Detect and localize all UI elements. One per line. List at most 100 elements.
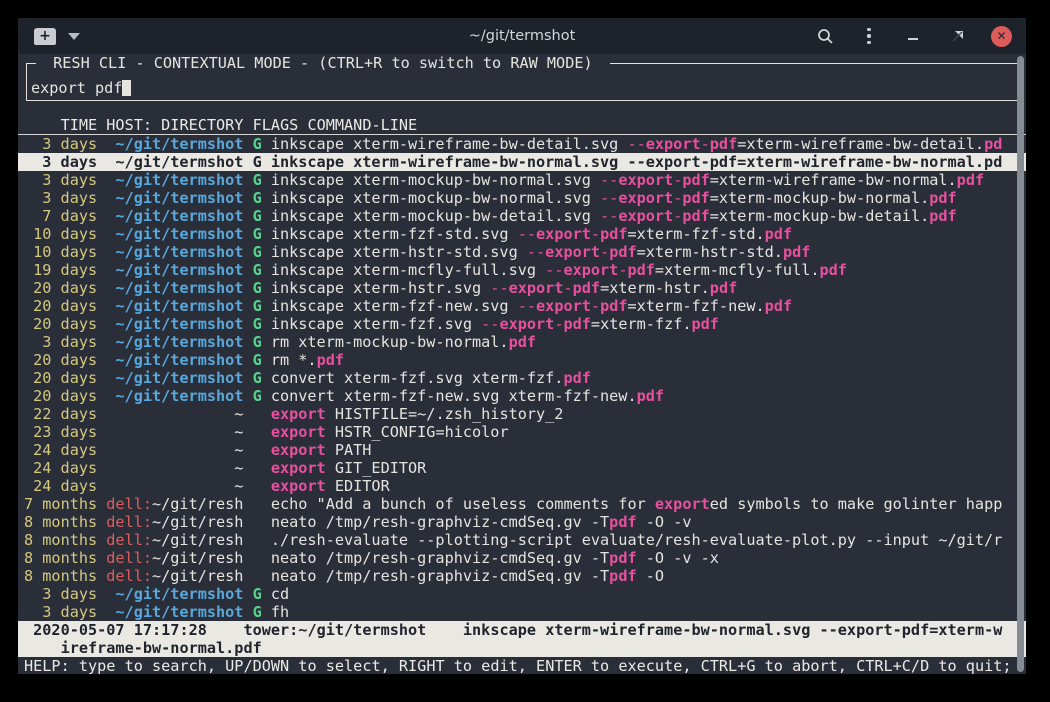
table-column-headers: TIME HOST: DIRECTORY FLAGS COMMAND-LINE xyxy=(18,116,1026,135)
status-bar: 2020-05-07 17:17:28 tower:~/git/termshot… xyxy=(18,621,1026,657)
row-host-directory: ~/git/termshot xyxy=(106,135,243,153)
row-time: 19 days xyxy=(24,261,97,279)
row-command: neato /tmp/resh-graphviz-cmdSeq.gv -Tpdf… xyxy=(271,567,1026,585)
history-row[interactable]: 3 days~/git/termshotGfh xyxy=(18,603,1026,621)
command-match-segment: pdf xyxy=(509,333,536,351)
history-row[interactable]: 24 days~export GIT_EDITOR xyxy=(18,459,1026,477)
new-tab-icon[interactable]: + xyxy=(34,28,56,45)
minimize-icon[interactable] xyxy=(903,26,923,46)
row-host-part: dell: xyxy=(106,549,152,567)
command-text-segment: fh xyxy=(271,603,289,621)
row-time: 8 months xyxy=(24,549,97,567)
command-match-segment: pdf xyxy=(820,261,847,279)
row-host-directory: ~/git/termshot xyxy=(106,153,243,171)
history-row[interactable]: 10 days~/git/termshotGinkscape xterm-hst… xyxy=(18,243,1026,261)
command-match-segment: pdf xyxy=(682,189,709,207)
history-row[interactable]: 3 days~/git/termshotGinkscape xterm-wire… xyxy=(18,135,1026,153)
row-host-directory: ~ xyxy=(106,441,243,459)
search-input[interactable]: export pdf xyxy=(31,79,131,97)
command-text-segment: -- xyxy=(545,261,563,279)
row-host-part: ~/git/termshot xyxy=(115,135,243,153)
command-match-segment: export xyxy=(536,225,591,243)
history-row[interactable]: 20 days~/git/termshotGrm *.pdf xyxy=(18,351,1026,369)
history-row[interactable]: 20 days~/git/termshotGinkscape xterm-fzf… xyxy=(18,315,1026,333)
history-row[interactable]: 3 days~/git/termshotGinkscape xterm-mock… xyxy=(18,189,1026,207)
row-host-part: ~/git/termshot xyxy=(115,315,243,333)
history-row[interactable]: 8 monthsdell:~/git/resh./resh-evaluate -… xyxy=(18,531,1026,549)
command-text-segment: -- xyxy=(527,243,545,261)
row-time: 20 days xyxy=(24,387,97,405)
restore-icon[interactable] xyxy=(947,26,967,46)
history-row[interactable]: 19 days~/git/termshotGinkscape xterm-mcf… xyxy=(18,261,1026,279)
row-host-part: ~/git/termshot xyxy=(115,387,243,405)
row-host-part: ~/git/termshot xyxy=(115,369,243,387)
command-match-segment: pdf xyxy=(710,279,737,297)
row-command: export HISTFILE=~/.zsh_history_2 xyxy=(271,405,1026,423)
history-row[interactable]: 8 monthsdell:~/git/reshneato /tmp/resh-g… xyxy=(18,513,1026,531)
command-match-segment: pdf xyxy=(783,243,810,261)
history-row[interactable]: 8 monthsdell:~/git/reshneato /tmp/resh-g… xyxy=(18,549,1026,567)
row-host-part: ~/git/termshot xyxy=(115,297,243,315)
row-command: export EDITOR xyxy=(271,477,1026,495)
row-time: 10 days xyxy=(24,225,97,243)
command-text-segment: - xyxy=(701,135,710,153)
command-text-segment: inkscape xterm-mcfly-full.svg xyxy=(271,261,545,279)
history-row[interactable]: 23 days~export HSTR_CONFIG=hicolor xyxy=(18,423,1026,441)
command-match-segment: pdf xyxy=(563,369,590,387)
row-time: 3 days xyxy=(24,333,97,351)
command-text-segment: =xterm-wireframe-bw-detail. xyxy=(737,135,984,153)
history-row-selected[interactable]: 3 days~/git/termshotGinkscape xterm-wire… xyxy=(18,153,1026,171)
history-row[interactable]: 8 monthsdell:~/git/reshneato /tmp/resh-g… xyxy=(18,567,1026,585)
command-match-segment: export xyxy=(271,477,326,495)
row-flags: G xyxy=(253,225,262,243)
command-text-segment: =xterm-mockup-bw-detail. xyxy=(710,207,929,225)
history-row[interactable]: 20 days~/git/termshotGconvert xterm-fzf-… xyxy=(18,387,1026,405)
scrollbar[interactable] xyxy=(1017,56,1024,672)
command-match-segment: pdf xyxy=(692,315,719,333)
history-row[interactable]: 7 monthsdell:~/git/reshecho "Add a bunch… xyxy=(18,495,1026,513)
row-command: inkscape xterm-hstr-std.svg --export-pdf… xyxy=(271,243,1026,261)
command-match-segment: pd xyxy=(984,135,1002,153)
command-match-segment: export xyxy=(618,189,673,207)
row-host-directory: ~/git/termshot xyxy=(106,333,243,351)
row-host-directory: ~/git/termshot xyxy=(106,171,243,189)
terminal-window: + ~/git/termshot xyxy=(18,18,1026,674)
history-row[interactable]: 7 days~/git/termshotGinkscape xterm-mock… xyxy=(18,207,1026,225)
row-host-part: ~/git/termshot xyxy=(115,333,243,351)
row-command: inkscape xterm-mockup-bw-normal.svg --ex… xyxy=(271,171,1026,189)
history-row[interactable]: 3 days~/git/termshotGrm xterm-mockup-bw-… xyxy=(18,333,1026,351)
history-row[interactable]: 10 days~/git/termshotGinkscape xterm-fzf… xyxy=(18,225,1026,243)
row-flags: G xyxy=(253,351,262,369)
kebab-menu-icon[interactable] xyxy=(859,26,879,46)
history-row[interactable]: 24 days~export PATH xyxy=(18,441,1026,459)
row-host-directory: ~ xyxy=(106,405,243,423)
search-icon[interactable] xyxy=(815,26,835,46)
command-match-segment: pdf xyxy=(609,243,636,261)
terminal-content: RESH CLI - CONTEXTUAL MODE - (CTRL+R to … xyxy=(18,54,1026,674)
row-host-part: dell: xyxy=(106,567,152,585)
row-flags: G xyxy=(253,333,262,351)
command-text-segment: cd xyxy=(271,585,289,603)
row-host-directory: ~/git/termshot xyxy=(106,297,243,315)
row-host-directory: dell:~/git/resh xyxy=(106,549,243,567)
chevron-down-icon[interactable] xyxy=(68,33,80,40)
command-text-segment: convert xterm-fzf-new.svg xterm-fzf-new. xyxy=(271,387,637,405)
history-row[interactable]: 3 days~/git/termshotGinkscape xterm-mock… xyxy=(18,171,1026,189)
history-row[interactable]: 22 days~export HISTFILE=~/.zsh_history_2 xyxy=(18,405,1026,423)
command-text-segment: PATH xyxy=(326,441,372,459)
row-time: 8 months xyxy=(24,567,97,585)
command-text-segment: =xterm-hstr-std. xyxy=(637,243,783,261)
row-host-part: ~ xyxy=(234,477,243,495)
history-row[interactable]: 24 days~export EDITOR xyxy=(18,477,1026,495)
history-row[interactable]: 20 days~/git/termshotGinkscape xterm-hst… xyxy=(18,279,1026,297)
history-row[interactable]: 20 days~/git/termshotGconvert xterm-fzf.… xyxy=(18,369,1026,387)
row-flags xyxy=(253,513,262,531)
command-text-segment: inkscape xterm-hstr-std.svg xyxy=(271,243,527,261)
close-icon[interactable]: ✕ xyxy=(991,26,1012,47)
command-text-segment: rm *. xyxy=(271,351,317,369)
command-match-segment: pdf xyxy=(637,387,664,405)
row-command: inkscape xterm-wireframe-bw-normal.svg -… xyxy=(271,153,1026,171)
row-host-directory: ~/git/termshot xyxy=(106,351,243,369)
history-row[interactable]: 20 days~/git/termshotGinkscape xterm-fzf… xyxy=(18,297,1026,315)
history-row[interactable]: 3 days~/git/termshotGcd xyxy=(18,585,1026,603)
